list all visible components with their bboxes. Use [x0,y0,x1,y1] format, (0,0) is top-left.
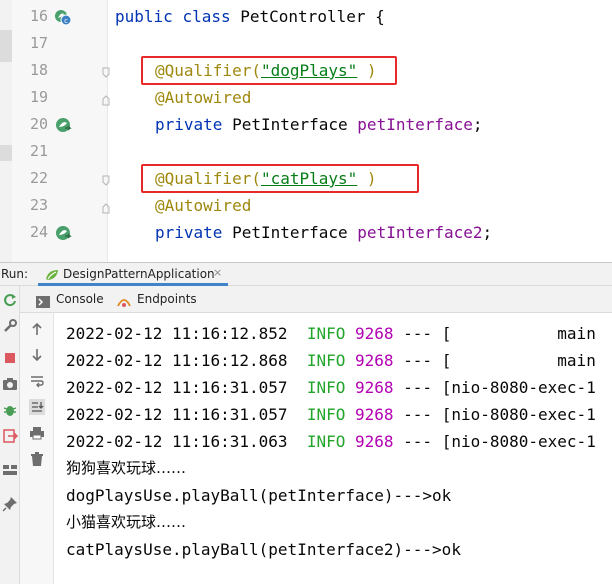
autowired-annotation: @Autowired [155,196,252,215]
tab-endpoints[interactable]: Endpoints [117,286,217,313]
log-line: 2022-02-12 11:16:31.057 INFO 9268 --- [n… [66,378,596,397]
tab-endpoints-label: Endpoints [137,292,197,306]
line-number: 24 [29,223,48,241]
arrow-down-icon[interactable] [29,347,45,363]
line-number: 18 [29,61,48,79]
highlight-box-dog [141,56,397,85]
run-label: Run: [1,267,29,281]
pin-icon[interactable] [2,496,18,512]
code-line-21[interactable]: 21 [0,138,612,165]
log-line: 2022-02-12 11:16:12.868 INFO 9268 --- [ … [66,351,596,370]
wrench-icon[interactable] [2,318,18,334]
layout-icon[interactable] [2,462,18,478]
run-config-tab-label: DesignPatternApplication [63,267,215,281]
line-number: 16 [29,7,48,25]
line-number: 23 [29,196,48,214]
code-line-17[interactable]: 17 [0,30,612,57]
bug-icon[interactable] [2,402,18,418]
code-line-24[interactable]: 24 private PetInterface petInterface2; [0,219,612,246]
fold-marker-icon[interactable] [102,199,110,214]
code-editor[interactable]: 16 c public class PetController { 17 18 … [0,0,612,262]
fold-marker-icon[interactable] [102,172,110,186]
log-line: 2022-02-12 11:16:31.063 INFO 9268 --- [n… [66,432,596,451]
output-line: 小猫喜欢玩球…… [66,513,187,531]
code-line-16[interactable]: 16 c public class PetController { [0,3,612,30]
field-declaration: private PetInterface petInterface; [155,115,483,134]
soft-wrap-icon[interactable] [29,373,45,389]
code-line-23[interactable]: 23 @Autowired [0,192,612,219]
line-number: 22 [29,169,48,187]
exit-icon[interactable] [2,428,19,444]
output-line: dogPlaysUse.playBall(petInterface)--->ok [66,486,452,505]
run-tool-window-header: Run: DesignPatternApplication × [0,262,612,286]
scroll-to-end-icon[interactable] [29,399,45,415]
bean-class-icon[interactable]: c [54,8,72,26]
stop-icon[interactable] [2,350,18,366]
code-line-19[interactable]: 19 @Autowired [0,84,612,111]
output-line: 狗狗喜欢玩球…… [66,459,187,477]
log-line: 2022-02-12 11:16:31.057 INFO 9268 --- [n… [66,405,596,424]
rerun-icon[interactable] [2,292,18,308]
class-declaration: public class PetController { [115,7,385,26]
tab-console-label: Console [56,292,104,306]
autowired-bean-icon[interactable] [54,116,72,134]
run-config-tab[interactable]: DesignPatternApplication × [38,263,228,286]
spring-boot-icon [44,267,60,281]
line-number: 19 [29,88,48,106]
autowired-bean-icon[interactable] [54,224,72,242]
svg-text:c: c [64,17,68,25]
run-subtabs: Console Endpoints [20,286,612,313]
trash-icon[interactable] [29,451,45,467]
output-line: catPlaysUse.playBall(petInterface2)--->o… [66,540,461,559]
log-line: 2022-02-12 11:16:12.852 INFO 9268 --- [ … [66,324,596,343]
print-icon[interactable] [29,425,45,441]
console-output[interactable]: 2022-02-12 11:16:12.852 INFO 9268 --- [ … [54,313,612,584]
camera-icon[interactable] [2,376,18,392]
autowired-annotation: @Autowired [155,88,252,107]
close-icon[interactable]: × [213,266,222,279]
line-number: 21 [29,142,48,160]
highlight-box-cat [141,164,419,193]
run-left-toolbar [0,286,20,584]
console-toolbar [20,313,54,584]
endpoints-icon [117,293,131,307]
line-number: 20 [29,115,48,133]
arrow-up-icon[interactable] [29,321,45,337]
line-number: 17 [29,34,48,52]
field-declaration: private PetInterface petInterface2; [155,223,493,242]
tab-console[interactable]: Console [36,286,116,313]
fold-marker-icon[interactable] [102,91,110,106]
fold-marker-icon[interactable] [102,64,110,78]
console-icon [36,293,50,308]
code-line-20[interactable]: 20 private PetInterface petInterface; [0,111,612,138]
